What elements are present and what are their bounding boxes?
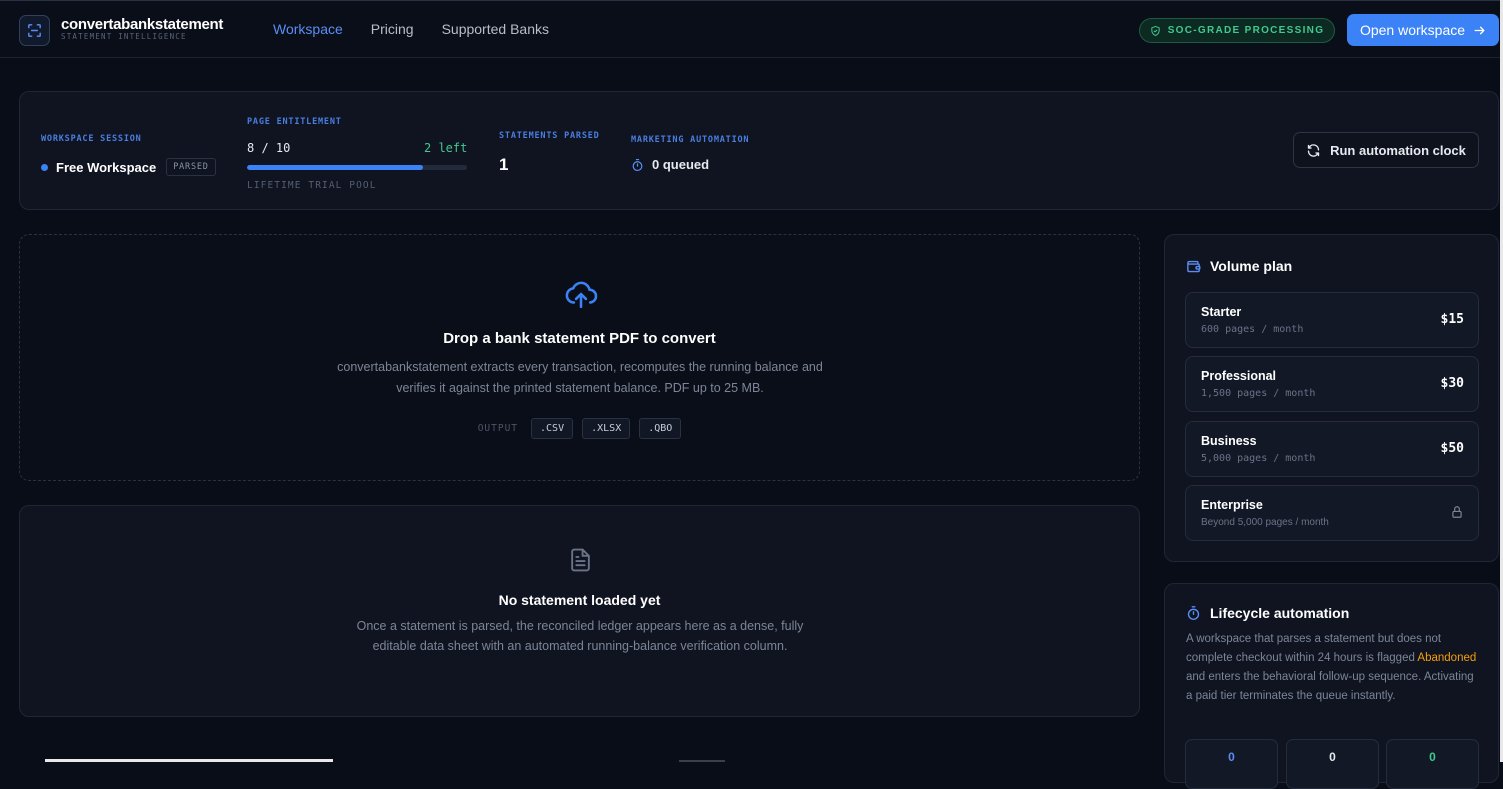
brand-tagline: STATEMENT INTELLIGENCE [61, 32, 187, 41]
entitlement-remaining: 2 left [424, 141, 468, 155]
plan-quota: 600 pages / month [1201, 324, 1304, 335]
plan-price: $15 [1440, 312, 1464, 327]
open-workspace-button[interactable]: Open workspace [1347, 14, 1499, 46]
entitlement-progress-fill [247, 165, 423, 170]
timer-icon [1187, 606, 1200, 620]
plan-name: Starter [1201, 305, 1242, 319]
session-value: Free Workspace PARSED [41, 158, 216, 176]
plan-quota: Beyond 5,000 pages / month [1201, 517, 1329, 528]
session-name: Free Workspace [56, 159, 157, 175]
empty-state-description: Once a statement is parsed, the reconcil… [356, 619, 804, 653]
dropzone-title: Drop a bank statement PDF to convert [443, 330, 716, 347]
cloud-upload-icon [564, 277, 598, 316]
abandoned-highlight: Abandoned [1417, 652, 1477, 664]
format-xlsx: .XLSX [582, 418, 631, 439]
plan-professional[interactable]: Professional 1,500 pages / month $30 [1185, 356, 1479, 412]
lifecycle-desc-start: A workspace that parses a statement but … [1186, 633, 1442, 664]
plan-name: Enterprise [1201, 498, 1263, 512]
scan-logo-icon[interactable] [19, 15, 50, 46]
lock-icon [1450, 505, 1464, 524]
parsed-label: STATEMENTS PARSED [499, 131, 600, 141]
top-navigation-bar: convertabankstatement STATEMENT INTELLIG… [0, 0, 1503, 58]
plan-price: $50 [1440, 441, 1464, 456]
wallet-icon [1187, 260, 1201, 272]
shield-check-icon [1151, 25, 1160, 36]
plan-name: Professional [1201, 369, 1277, 383]
entitlement-label: PAGE ENTITLEMENT [247, 117, 342, 127]
nav-workspace[interactable]: Workspace [273, 21, 343, 37]
plan-business[interactable]: Business 5,000 pages / month $50 [1185, 421, 1479, 477]
lifecycle-automation-panel: Lifecycle automation A workspace that pa… [1164, 583, 1499, 789]
arrow-right-icon [1474, 26, 1485, 34]
lifecycle-title: Lifecycle automation [1210, 605, 1350, 621]
workspace-stats-panel: WORKSPACE SESSION Free Workspace PARSED … [19, 91, 1499, 210]
plan-name: Business [1201, 434, 1257, 448]
lifecycle-counter: 0 [1185, 739, 1278, 789]
plan-price: $30 [1440, 376, 1464, 391]
trial-pool-label: LIFETIME TRIAL POOL [247, 180, 377, 191]
queued-count: 0 queued [652, 157, 710, 172]
parsed-count: 1 [499, 155, 509, 174]
marketing-queue: 0 queued [631, 157, 709, 172]
session-label: WORKSPACE SESSION [41, 134, 142, 144]
volume-plan-title: Volume plan [1210, 258, 1293, 274]
brand[interactable]: convertabankstatement STATEMENT INTELLIG… [61, 16, 224, 42]
status-dot-icon [41, 163, 48, 171]
empty-state-title: No statement loaded yet [498, 592, 661, 608]
document-icon [568, 546, 593, 579]
output-label: OUTPUT [477, 423, 519, 434]
entitlement-progress-bar [247, 165, 467, 170]
plan-quota: 5,000 pages / month [1201, 453, 1316, 464]
run-automation-label: Run automation clock [1330, 142, 1466, 158]
volume-plan-panel: Volume plan Starter 600 pages / month $1… [1164, 234, 1499, 562]
lifecycle-counter: 0 [1386, 739, 1479, 789]
lifecycle-desc-end: and enters the behavioral follow-up sequ… [1186, 671, 1474, 702]
format-qbo: .QBO [639, 418, 682, 439]
marketing-label: MARKETING AUTOMATION [631, 135, 750, 145]
nav-pricing[interactable]: Pricing [371, 21, 414, 37]
entitlement-count: 8 / 10 [247, 141, 291, 155]
timer-icon [632, 158, 643, 171]
format-csv: .CSV [531, 418, 574, 439]
run-automation-clock-button[interactable]: Run automation clock [1293, 132, 1479, 168]
soc-badge: SOC-GRADE PROCESSING [1139, 18, 1335, 43]
volume-plan-header: Volume plan [1186, 258, 1292, 274]
soc-badge-label: SOC-GRADE PROCESSING [1167, 25, 1325, 36]
ledger-empty-state: No statement loaded yet Once a statement… [19, 505, 1140, 717]
dropzone-description: convertabankstatement extracts every tra… [337, 360, 823, 395]
main-nav: Workspace Pricing Supported Banks [273, 21, 549, 37]
nav-supported-banks[interactable]: Supported Banks [442, 21, 549, 37]
brand-name: convertabankstatement [61, 16, 224, 33]
lifecycle-description: A workspace that parses a statement but … [1186, 630, 1482, 706]
status-badge: PARSED [166, 158, 216, 176]
lifecycle-counter: 0 [1286, 739, 1379, 789]
plan-starter[interactable]: Starter 600 pages / month $15 [1185, 292, 1479, 348]
plan-quota: 1,500 pages / month [1201, 388, 1316, 399]
pdf-dropzone[interactable]: Drop a bank statement PDF to convert con… [19, 234, 1140, 481]
refresh-icon [1307, 143, 1320, 157]
output-formats: OUTPUT .CSV .XLSX .QBO [20, 418, 1139, 439]
lifecycle-header: Lifecycle automation [1186, 605, 1349, 621]
open-workspace-label: Open workspace [1359, 22, 1466, 38]
plan-enterprise[interactable]: Enterprise Beyond 5,000 pages / month [1185, 485, 1479, 541]
